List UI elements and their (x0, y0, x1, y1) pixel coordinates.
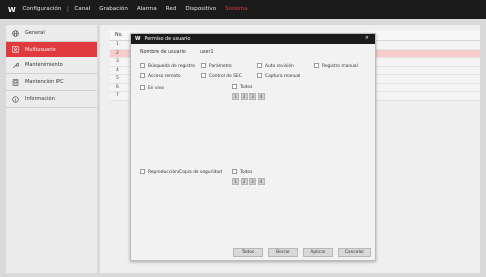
wrench-icon (12, 62, 19, 69)
sidebar-item-label: Mantención IPC (25, 79, 64, 85)
sidebar-item-label: General (25, 30, 45, 36)
sidebar-item-mantenimiento[interactable]: Mantenimiento (6, 57, 97, 74)
live-label: En vivo (148, 85, 165, 91)
live-all-checkbox[interactable] (232, 84, 237, 89)
sidebar: General Multiusuario Mantenimiento Mante… (6, 25, 97, 273)
sidebar-item-label: Información (25, 96, 55, 102)
sidebar-item-informacion[interactable]: Información (6, 91, 97, 108)
live-channel-2[interactable]: 2 (240, 93, 248, 100)
globe-icon (12, 29, 19, 37)
sidebar-item-general[interactable]: General (6, 25, 97, 42)
user-icon (12, 46, 19, 53)
live-channel-4[interactable]: 4 (257, 93, 265, 100)
apply-button[interactable]: Aplicar (303, 248, 333, 257)
close-icon[interactable]: × (365, 35, 369, 41)
manual-record-checkbox[interactable] (314, 63, 319, 68)
manual-capture-checkbox[interactable] (257, 73, 262, 78)
playback-channel-1[interactable]: 1 (232, 178, 239, 185)
tab-alarma[interactable]: Alarma (132, 0, 161, 19)
parameter-checkbox[interactable] (201, 63, 206, 68)
tab-red[interactable]: Red (161, 0, 181, 19)
search-record-checkbox[interactable] (140, 63, 145, 68)
select-all-button[interactable]: Todos (233, 248, 263, 257)
sidebar-item-multiusuario[interactable]: Multiusuario (6, 42, 97, 57)
playback-channel-3[interactable]: 3 (249, 178, 256, 185)
playback-all-label: Todos (240, 169, 253, 175)
dialog-title: Permiso de usuario (144, 36, 191, 42)
column-header-no: No. (115, 32, 123, 38)
tab-canal[interactable]: Canal (70, 0, 95, 19)
top-nav: Configuración | Canal Grabación Alarma R… (18, 0, 252, 19)
auto-review-label: Auto revisión (265, 63, 294, 69)
ptz-control-checkbox[interactable] (201, 73, 206, 78)
sidebar-item-mantencion-ipc[interactable]: Mantención IPC (6, 74, 97, 91)
cancel-button[interactable]: Cancelar (338, 248, 371, 257)
sidebar-item-label: Mantenimiento (25, 62, 63, 68)
top-bar: W Configuración | Canal Grabación Alarma… (0, 0, 486, 19)
live-channel-1[interactable]: 1 (232, 93, 239, 100)
ptz-control-label: Control de SEC (209, 73, 242, 79)
user-permission-dialog: W Permiso de usuario × Nombre de usuario… (130, 33, 376, 261)
username-label: Nombre de usuario (140, 50, 186, 55)
brand-logo: W (8, 5, 16, 14)
playback-label: Reproducción/Copia de seguridad (148, 169, 222, 175)
remote-access-label: Acceso remoto (148, 73, 181, 79)
dialog-title-bar: W Permiso de usuario × (131, 34, 375, 44)
auto-review-checkbox[interactable] (257, 63, 262, 68)
tab-sistema[interactable]: Sistema (221, 0, 253, 19)
live-channel-3[interactable]: 3 (249, 93, 256, 100)
playback-all-checkbox[interactable] (232, 169, 237, 174)
live-checkbox[interactable] (140, 85, 145, 90)
dialog-logo: W (135, 36, 141, 42)
tab-configuracion[interactable]: Configuración (18, 0, 66, 19)
remote-access-checkbox[interactable] (140, 73, 145, 78)
parameter-label: Parámetro (209, 63, 232, 69)
playback-channel-4[interactable]: 4 (257, 178, 265, 185)
clear-button[interactable]: Borrar (268, 248, 298, 257)
manual-record-label: Registro manual (322, 63, 358, 69)
live-all-label: Todos (240, 84, 253, 90)
sidebar-item-label: Multiusuario (25, 46, 56, 53)
username-value: user1 (200, 50, 214, 55)
tab-dispositivo[interactable]: Dispositivo (181, 0, 221, 19)
playback-channel-2[interactable]: 2 (240, 178, 248, 185)
tab-grabacion[interactable]: Grabación (95, 0, 133, 19)
search-record-label: Búsqueda de registro (148, 63, 195, 69)
ipc-icon (12, 78, 19, 86)
playback-checkbox[interactable] (140, 169, 145, 174)
manual-capture-label: Captura manual (265, 73, 301, 79)
info-icon (12, 95, 19, 103)
